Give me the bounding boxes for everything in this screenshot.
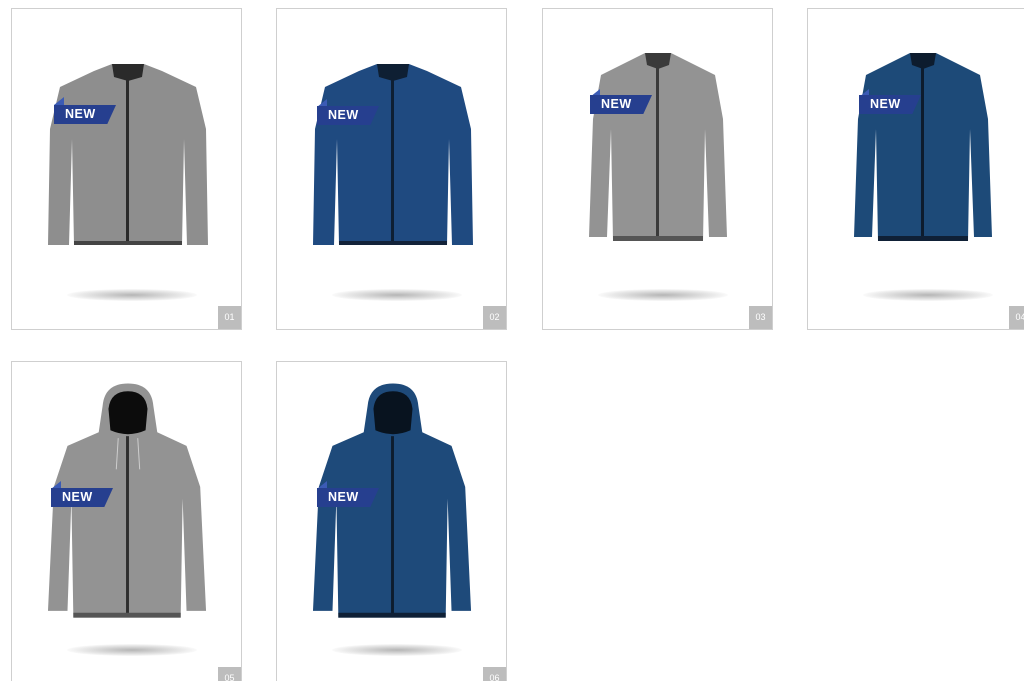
product-number: 05 (218, 667, 241, 681)
badge-fold (317, 99, 327, 107)
product-number: 06 (483, 667, 506, 681)
grey-zip-jacket-image (45, 62, 211, 247)
product-shadow (67, 289, 197, 301)
product-number: 02 (483, 306, 506, 329)
new-badge: NEW (54, 105, 116, 124)
product-shadow (863, 289, 993, 301)
navy-zip-jacket-image (313, 64, 473, 245)
product-card-03[interactable]: NEW 03 (542, 8, 773, 330)
product-number: 03 (749, 306, 772, 329)
product-shadow (332, 644, 462, 656)
product-card-02[interactable]: NEW 02 (276, 8, 507, 330)
product-number: 04 (1009, 306, 1024, 329)
badge-fold (317, 481, 327, 489)
new-badge: NEW (317, 488, 379, 507)
product-shadow (598, 289, 728, 301)
new-badge: NEW (51, 488, 113, 507)
product-shadow (67, 644, 197, 656)
product-card-01[interactable]: NEW 01 (11, 8, 242, 330)
navy-womens-zip-jacket-image (854, 53, 992, 241)
product-number: 01 (218, 306, 241, 329)
navy-hoodie-image (312, 383, 472, 618)
grey-hoodie-image (47, 383, 207, 618)
badge-fold (54, 97, 64, 105)
badge-fold (51, 481, 61, 489)
product-card-06[interactable]: NEW 06 (276, 361, 507, 681)
product-card-05[interactable]: NEW 05 (11, 361, 242, 681)
new-badge: NEW (317, 106, 379, 125)
product-card-04[interactable]: NEW 04 (807, 8, 1024, 330)
product-shadow (332, 289, 462, 301)
new-badge: NEW (590, 95, 652, 114)
new-badge: NEW (859, 95, 921, 114)
grey-womens-zip-jacket-image (589, 53, 727, 241)
product-grid: NEW 01 NEW 02 NEW 03 NEW 0 NEW 05 NEW 06 (0, 0, 1024, 681)
